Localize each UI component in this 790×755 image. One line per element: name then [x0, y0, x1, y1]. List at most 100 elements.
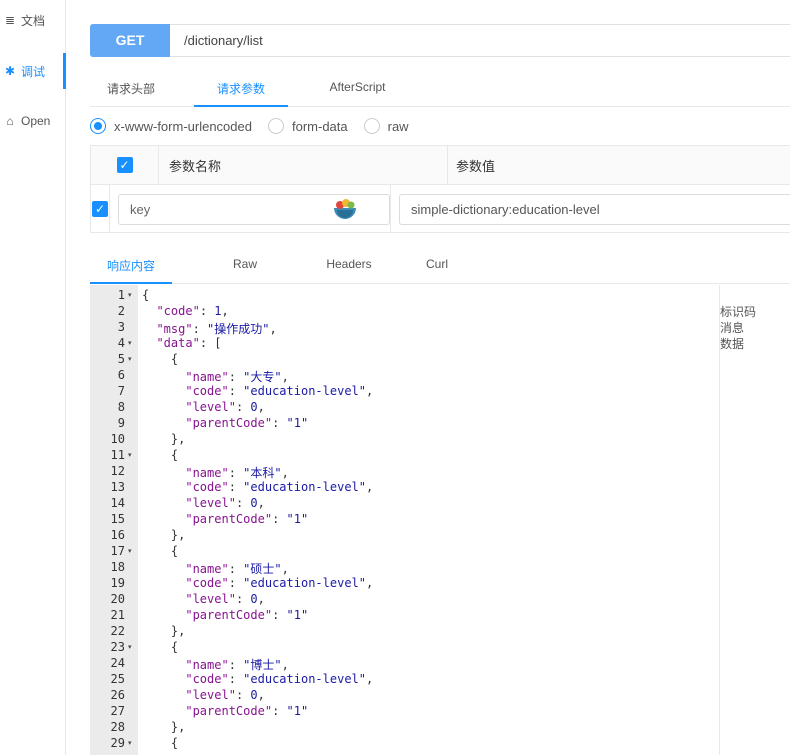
fold-toggle-icon[interactable]: ▾: [128, 643, 136, 651]
body-type-group: x-www-form-urlencoded form-data raw: [90, 118, 425, 134]
fold-toggle-icon[interactable]: ▾: [128, 451, 136, 459]
line-number: 10: [110, 432, 125, 446]
tab-afterscript[interactable]: AfterScript: [310, 67, 405, 106]
param-name-cell: key: [110, 185, 391, 233]
fold-toggle-icon[interactable]: ▾: [128, 739, 136, 747]
url-input[interactable]: /dictionary/list: [184, 33, 263, 48]
radio-selected-icon: [90, 118, 106, 134]
param-value-cell: simple-dictionary:education-level: [391, 185, 790, 233]
code-line: "parentCode": "1": [185, 608, 309, 622]
tab-request-params[interactable]: 请求参数: [194, 67, 288, 107]
line-number: 20: [110, 592, 125, 606]
response-tabs: 响应内容 Raw Headers Curl: [90, 244, 790, 284]
code-line: "parentCode": "1": [185, 416, 309, 430]
code-line: "name": "本科",: [185, 466, 289, 480]
tab-response-content[interactable]: 响应内容: [90, 244, 172, 284]
line-number: 6: [117, 368, 125, 382]
code-line: "code": 1,: [156, 304, 229, 318]
row-checkbox[interactable]: ✓: [92, 201, 108, 217]
code-line: },: [142, 528, 186, 542]
line-number: 3: [117, 320, 125, 334]
code-line: "code": "education-level",: [185, 672, 374, 686]
header-param-value: 参数值: [456, 158, 496, 174]
tab-curl[interactable]: Curl: [404, 244, 470, 283]
code-line: "parentCode": "1": [185, 704, 309, 718]
radio-form-data[interactable]: form-data: [267, 118, 348, 134]
code-line: },: [142, 432, 186, 446]
line-number: 17: [110, 544, 125, 558]
fold-toggle-icon[interactable]: ▾: [128, 291, 136, 299]
sidebar-item-debug[interactable]: ✱ 调试: [0, 53, 66, 89]
line-number: 21: [110, 608, 125, 622]
main-panel: GET /dictionary/list 请求头部 请求参数 AfterScri…: [66, 0, 790, 755]
field-description: 消息: [720, 321, 745, 335]
radio-x-www-form-urlencoded[interactable]: x-www-form-urlencoded: [90, 118, 252, 134]
line-number: 1: [117, 288, 125, 302]
code-line: {: [142, 288, 150, 302]
header-checkbox-cell: ✓: [91, 146, 159, 184]
line-number: 11: [110, 448, 125, 462]
fold-toggle-icon[interactable]: ▾: [128, 547, 136, 555]
line-number: 16: [110, 528, 125, 542]
sidebar-item-label: 文档: [21, 13, 46, 28]
code-line: {: [142, 352, 179, 366]
code-line: "name": "硕士",: [185, 562, 289, 576]
params-table: ✓ 参数名称 参数值 ✓ key simple-dictionary:educa…: [90, 145, 790, 233]
line-number: 22: [110, 624, 125, 638]
fold-toggle-icon[interactable]: ▾: [128, 339, 136, 347]
code-line: },: [142, 720, 186, 734]
code-line: },: [142, 624, 186, 638]
code-line: "code": "education-level",: [185, 384, 374, 398]
line-number: 4: [117, 336, 125, 350]
code-line: "parentCode": "1": [185, 512, 309, 526]
line-number: 8: [117, 400, 125, 414]
field-description: 数据: [720, 337, 745, 351]
code-line: {: [142, 640, 179, 654]
code-line: {: [142, 544, 179, 558]
sidebar-item-label: Open: [21, 114, 51, 128]
code-line: "data": [: [156, 336, 222, 350]
param-key-placeholder: key: [130, 201, 151, 217]
line-number: 28: [110, 720, 125, 734]
line-number: 29: [110, 736, 125, 750]
line-number: 14: [110, 496, 125, 510]
response-code-editor[interactable]: 1 ▾{2 "code": 1, 3 "msg": "操作成功", 4 ▾ "data"…: [90, 285, 720, 755]
code-line: {: [142, 448, 179, 462]
avatar: [331, 195, 359, 224]
header-param-name: 参数名称: [159, 146, 448, 184]
code-line: {: [142, 736, 179, 750]
code-line: "name": "博士",: [185, 658, 289, 672]
code-line: "level": 0,: [185, 496, 265, 510]
param-key-input[interactable]: key: [118, 193, 390, 225]
line-number: 23: [110, 640, 125, 654]
tab-raw[interactable]: Raw: [212, 244, 278, 283]
line-number: 18: [110, 560, 125, 574]
tab-request-headers[interactable]: 请求头部: [90, 67, 172, 106]
line-number: 19: [110, 576, 125, 590]
fold-toggle-icon[interactable]: ▾: [128, 355, 136, 363]
radio-label: form-data: [291, 118, 348, 134]
line-number: 7: [117, 384, 125, 398]
tab-headers[interactable]: Headers: [316, 244, 382, 283]
sidebar: ≣ 文档 ✱ 调试 ⌂ Open: [0, 0, 66, 755]
line-number: 2: [117, 304, 125, 318]
method-button[interactable]: GET: [90, 23, 170, 57]
line-number: 24: [110, 656, 125, 670]
table-row: ✓ key simple-dictionary:education-level: [91, 185, 790, 233]
row-checkbox-cell: ✓: [91, 185, 110, 233]
sidebar-item-open[interactable]: ⌂ Open: [0, 105, 66, 137]
param-value-input[interactable]: simple-dictionary:education-level: [399, 193, 790, 225]
radio-icon: [363, 118, 380, 134]
line-number: 9: [117, 416, 125, 430]
code-line: "code": "education-level",: [185, 576, 374, 590]
radio-label: x-www-form-urlencoded: [114, 118, 252, 134]
url-bar: GET /dictionary/list: [90, 23, 790, 57]
code-line: "code": "education-level",: [185, 480, 374, 494]
radio-raw[interactable]: raw: [363, 118, 409, 134]
select-all-checkbox[interactable]: ✓: [116, 157, 133, 173]
sidebar-item-docs[interactable]: ≣ 文档: [0, 4, 66, 36]
code-line: "msg": "操作成功",: [156, 322, 277, 336]
request-tabs: 请求头部 请求参数 AfterScript: [90, 67, 790, 107]
params-header-row: ✓ 参数名称 参数值: [91, 146, 790, 185]
line-number: 12: [110, 464, 125, 478]
